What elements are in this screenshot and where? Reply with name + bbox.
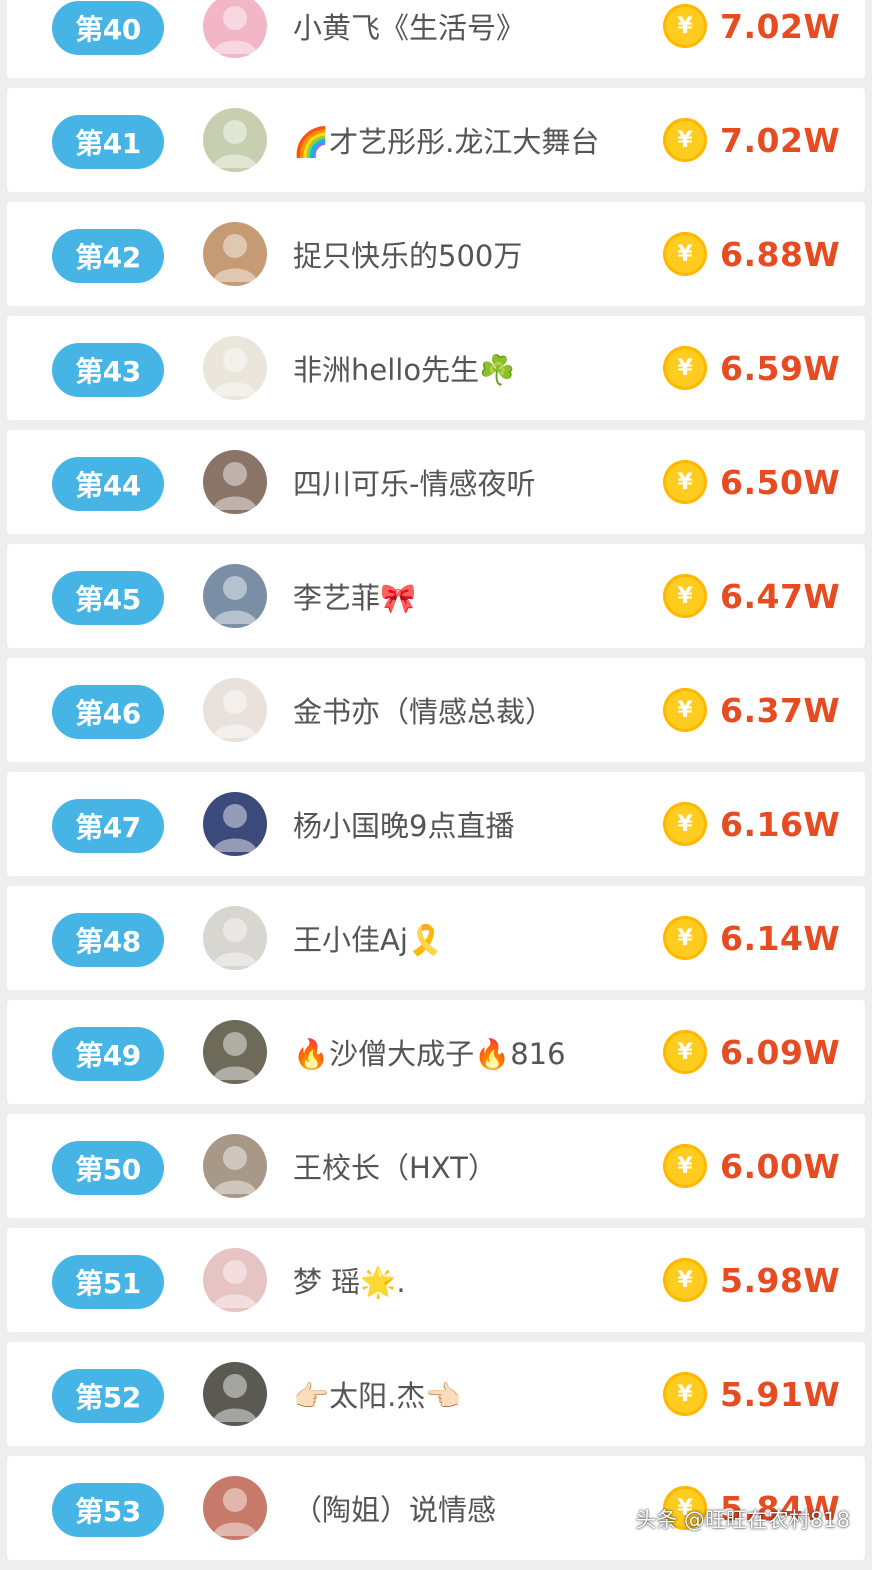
user-name[interactable]: 非洲hello先生☘️ xyxy=(293,316,515,420)
rank-badge: 第45 xyxy=(52,571,164,625)
user-name[interactable]: 四川可乐-情感夜听 xyxy=(293,430,535,534)
coin-amount: 6.16W xyxy=(720,804,841,844)
avatar-icon xyxy=(213,120,257,168)
rank-badge: 第53 xyxy=(52,1483,164,1537)
user-name[interactable]: 🔥沙僧大成子🔥816 xyxy=(293,1000,566,1104)
ranking-row[interactable]: 第52 👉🏻太阳.杰👈🏻 ¥ 5.91W xyxy=(7,1342,865,1446)
avatar-icon xyxy=(213,1032,257,1080)
avatar-icon xyxy=(213,1374,257,1422)
avatar-icon xyxy=(213,1146,257,1194)
avatar-icon xyxy=(213,1488,257,1536)
rank-badge: 第46 xyxy=(52,685,164,739)
user-name[interactable]: 金书亦（情感总裁） xyxy=(293,658,554,762)
user-name[interactable]: 捉只快乐的500万 xyxy=(293,202,522,306)
coin-icon: ¥ xyxy=(663,1030,707,1074)
ranking-row[interactable]: 第41 🌈才艺彤彤.龙江大舞台 ¥ 7.02W xyxy=(7,88,865,192)
coin-amount: 5.98W xyxy=(720,1260,841,1300)
avatar-icon xyxy=(213,918,257,966)
rank-badge: 第42 xyxy=(52,229,164,283)
coin-amount: 6.47W xyxy=(720,576,841,616)
coin-icon: ¥ xyxy=(663,460,707,504)
coin-icon: ¥ xyxy=(663,4,707,48)
user-name[interactable]: 👉🏻太阳.杰👈🏻 xyxy=(293,1342,461,1446)
coin-icon: ¥ xyxy=(663,1258,707,1302)
rank-badge: 第48 xyxy=(52,913,164,967)
ranking-row[interactable]: 第40 小黄飞《生活号》 ¥ 7.02W xyxy=(7,0,865,78)
coin-amount: 6.88W xyxy=(720,234,841,274)
coin-amount: 6.14W xyxy=(720,918,841,958)
coin-icon: ¥ xyxy=(663,916,707,960)
ranking-row[interactable]: 第46 金书亦（情感总裁） ¥ 6.37W xyxy=(7,658,865,762)
avatar[interactable] xyxy=(203,678,267,742)
avatar[interactable] xyxy=(203,0,267,58)
rank-badge: 第50 xyxy=(52,1141,164,1195)
ranking-row[interactable]: 第50 王校长（HXT） ¥ 6.00W xyxy=(7,1114,865,1218)
user-name[interactable]: 杨小国晚9点直播 xyxy=(293,772,514,876)
avatar[interactable] xyxy=(203,1134,267,1198)
user-name[interactable]: 🌈才艺彤彤.龙江大舞台 xyxy=(293,88,599,192)
coin-icon: ¥ xyxy=(663,802,707,846)
avatar[interactable] xyxy=(203,108,267,172)
coin-amount: 7.02W xyxy=(720,6,841,46)
user-name[interactable]: 王小佳Aj🎗️ xyxy=(293,886,444,990)
rank-badge: 第40 xyxy=(52,1,164,55)
avatar-icon xyxy=(213,576,257,624)
ranking-row[interactable]: 第48 王小佳Aj🎗️ ¥ 6.14W xyxy=(7,886,865,990)
coin-amount: 6.37W xyxy=(720,690,841,730)
rank-badge: 第52 xyxy=(52,1369,164,1423)
ranking-row[interactable]: 第51 梦 瑶🌟. ¥ 5.98W xyxy=(7,1228,865,1332)
ranking-row[interactable]: 第43 非洲hello先生☘️ ¥ 6.59W xyxy=(7,316,865,420)
avatar[interactable] xyxy=(203,792,267,856)
ranking-row[interactable]: 第49 🔥沙僧大成子🔥816 ¥ 6.09W xyxy=(7,1000,865,1104)
avatar[interactable] xyxy=(203,450,267,514)
ranking-row[interactable]: 第42 捉只快乐的500万 ¥ 6.88W xyxy=(7,202,865,306)
avatar-icon xyxy=(213,6,257,54)
avatar-icon xyxy=(213,462,257,510)
avatar[interactable] xyxy=(203,222,267,286)
coin-icon: ¥ xyxy=(663,574,707,618)
coin-icon: ¥ xyxy=(663,346,707,390)
ranking-row[interactable]: 第45 李艺菲🎀 ¥ 6.47W xyxy=(7,544,865,648)
ranking-row[interactable]: 第44 四川可乐-情感夜听 ¥ 6.50W xyxy=(7,430,865,534)
user-name[interactable]: 梦 瑶🌟. xyxy=(293,1228,406,1332)
ranking-row[interactable]: 第47 杨小国晚9点直播 ¥ 6.16W xyxy=(7,772,865,876)
user-name[interactable]: （陶姐）说情感 xyxy=(293,1456,496,1560)
coin-icon: ¥ xyxy=(663,118,707,162)
avatar-icon xyxy=(213,234,257,282)
coin-icon: ¥ xyxy=(663,232,707,276)
coin-amount: 5.91W xyxy=(720,1374,841,1414)
coin-amount: 6.59W xyxy=(720,348,841,388)
coin-amount: 7.02W xyxy=(720,120,841,160)
ranking-list: 第40 小黄飞《生活号》 ¥ 7.02W 第41 🌈才艺彤彤.龙江大舞台 ¥ 7… xyxy=(0,0,872,1570)
user-name[interactable]: 王校长（HXT） xyxy=(293,1114,497,1218)
rank-badge: 第47 xyxy=(52,799,164,853)
coin-amount: 6.50W xyxy=(720,462,841,502)
user-name[interactable]: 小黄飞《生活号》 xyxy=(293,0,525,78)
avatar[interactable] xyxy=(203,336,267,400)
avatar-icon xyxy=(213,1260,257,1308)
user-name[interactable]: 李艺菲🎀 xyxy=(293,544,416,648)
rank-badge: 第49 xyxy=(52,1027,164,1081)
avatar[interactable] xyxy=(203,1248,267,1312)
avatar[interactable] xyxy=(203,1362,267,1426)
avatar-icon xyxy=(213,690,257,738)
coin-amount: 6.09W xyxy=(720,1032,841,1072)
avatar-icon xyxy=(213,348,257,396)
rank-badge: 第44 xyxy=(52,457,164,511)
coin-amount: 6.00W xyxy=(720,1146,841,1186)
avatar[interactable] xyxy=(203,906,267,970)
coin-icon: ¥ xyxy=(663,688,707,732)
rank-badge: 第51 xyxy=(52,1255,164,1309)
watermark: 头条 @旺旺在农村818 xyxy=(635,1508,850,1532)
avatar[interactable] xyxy=(203,1020,267,1084)
coin-icon: ¥ xyxy=(663,1372,707,1416)
avatar[interactable] xyxy=(203,564,267,628)
rank-badge: 第41 xyxy=(52,115,164,169)
coin-icon: ¥ xyxy=(663,1144,707,1188)
rank-badge: 第43 xyxy=(52,343,164,397)
avatar-icon xyxy=(213,804,257,852)
avatar[interactable] xyxy=(203,1476,267,1540)
